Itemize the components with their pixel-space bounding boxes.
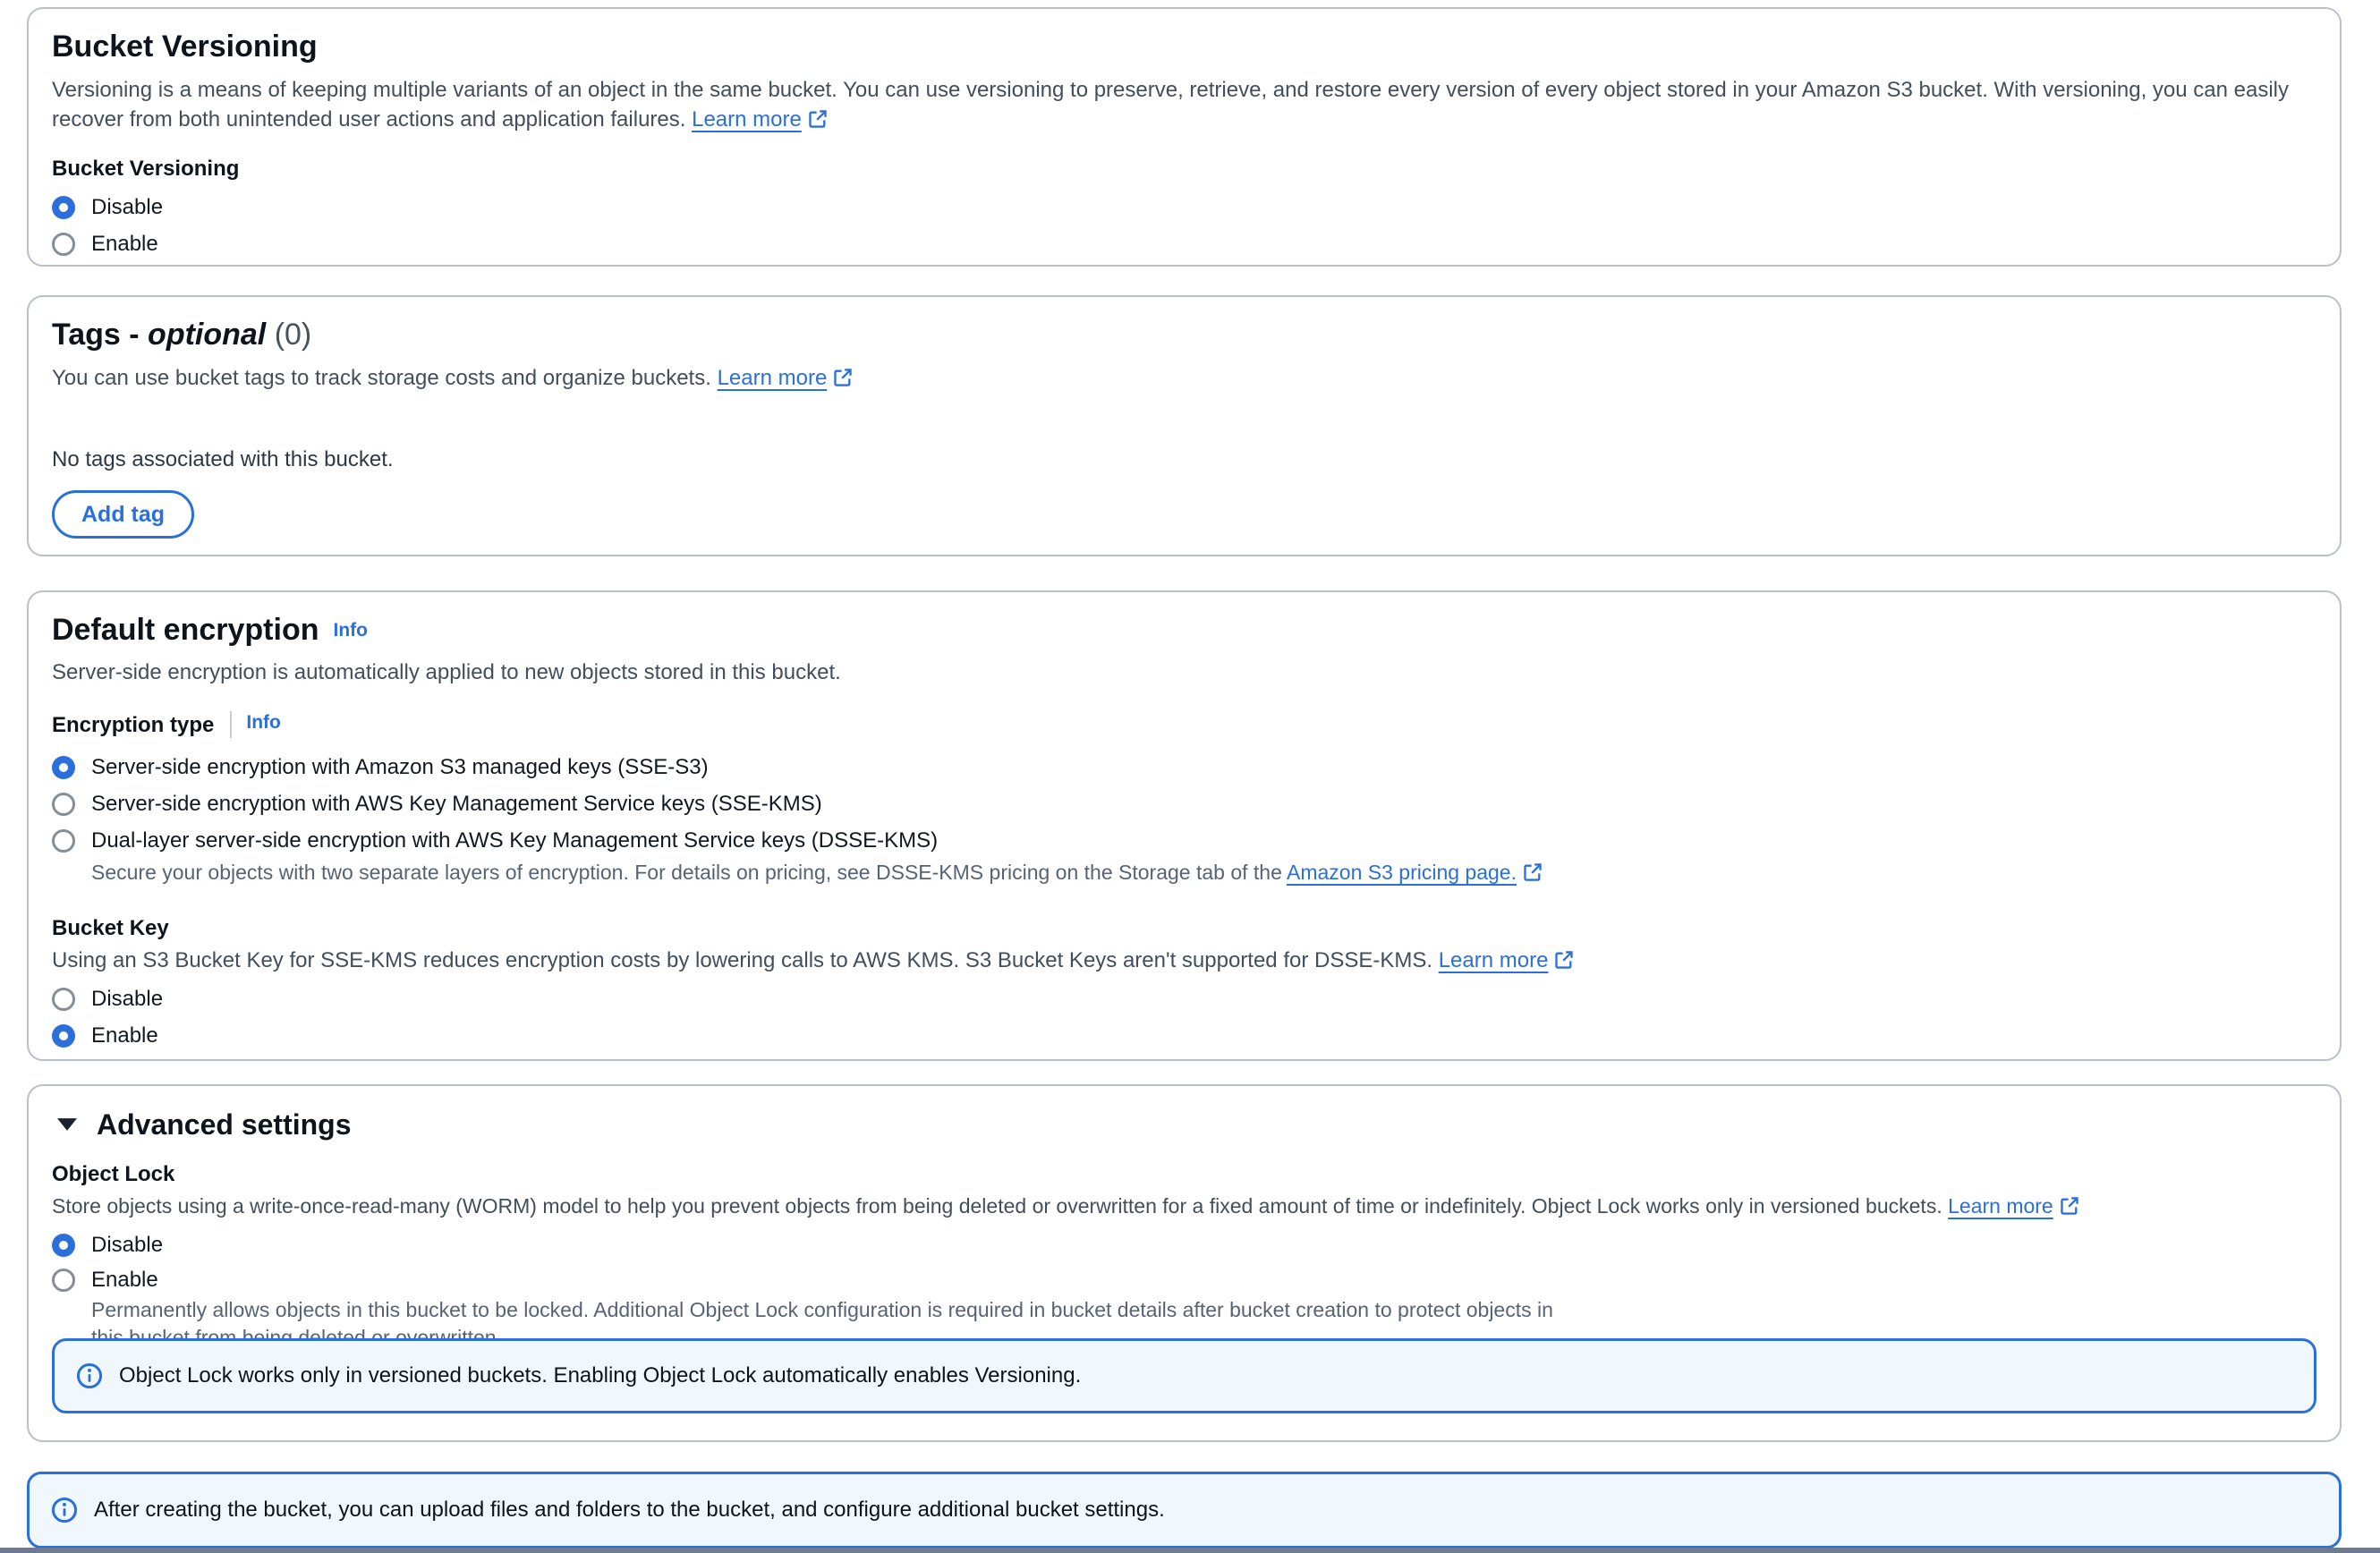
tags-section: Tags - optional (0) You can use bucket t… [27,295,2342,556]
radio-option-disable[interactable]: Disable [52,984,2313,1014]
add-tag-button[interactable]: Add tag [52,490,194,539]
section-description: You can use bucket tags to track storage… [52,363,2313,393]
radio-input[interactable] [52,196,75,219]
alert-text: After creating the bucket, you can uploa… [94,1498,1165,1523]
section-description: Server-side encryption is automatically … [52,658,2313,687]
radio-option-sse-kms[interactable]: Server-side encryption with AWS Key Mana… [52,789,2313,819]
radio-label: Disable [91,1230,163,1260]
learn-more-link[interactable]: Learn more [1439,948,1575,972]
info-icon [76,1362,103,1389]
label-divider [230,711,232,738]
radio-label: Enable [91,1265,158,1294]
description-text: Using an S3 Bucket Key for SSE-KMS reduc… [52,948,1432,972]
learn-more-label: Learn more [692,107,802,132]
radio-label: Enable [91,1021,158,1050]
learn-more-label: Learn more [1439,948,1549,972]
radio-input[interactable] [52,1024,75,1048]
section-title: Default encryption Info [52,612,2313,649]
radio-option-sse-s3[interactable]: Server-side encryption with Amazon S3 ma… [52,752,2313,782]
bucket-versioning-field-label: Bucket Versioning [52,154,2313,183]
description-text: Store objects using a write-once-read-ma… [52,1194,1942,1218]
section-description: Versioning is a means of keeping multipl… [52,75,2313,134]
tags-title-optional: optional [148,318,266,352]
tags-title-main: Tags - [52,318,148,352]
footer-divider [0,1548,2380,1553]
info-link[interactable]: Info [246,712,280,733]
note-bold: DSSE-KMS pricing [876,861,1050,884]
advanced-settings-toggle[interactable]: Advanced settings [52,1109,2313,1140]
info-link[interactable]: Info [333,620,367,641]
radio-input[interactable] [52,793,75,816]
no-tags-text: No tags associated with this bucket. [52,445,2313,474]
external-link-icon [2060,1196,2079,1216]
encryption-type-row: Encryption type Info [52,710,2313,740]
radio-input[interactable] [52,756,75,779]
radio-label: Server-side encryption with Amazon S3 ma… [91,752,709,782]
section-title: Tags - optional (0) [52,317,2313,352]
radio-label: Enable [91,229,158,259]
tags-count: (0) [275,318,312,352]
radio-label: Server-side encryption with AWS Key Mana… [91,789,822,819]
note-text: tab of the [1191,861,1287,884]
radio-input[interactable] [52,233,75,256]
note-bold: Storage [1118,861,1191,884]
bucket-key-label: Bucket Key [52,913,2313,943]
learn-more-link[interactable]: Learn more [692,107,828,132]
radio-option-dsse-kms[interactable]: Dual-layer server-side encryption with A… [52,826,2313,855]
radio-option-disable[interactable]: Disable [52,192,2313,222]
learn-more-link[interactable]: Learn more [1948,1194,2079,1218]
advanced-settings-section: Advanced settings Object Lock Store obje… [27,1084,2342,1442]
alert-text: Object Lock works only in versioned buck… [119,1363,1081,1388]
section-title: Bucket Versioning [52,29,2313,64]
learn-more-label: Learn more [1948,1194,2053,1218]
learn-more-link[interactable]: Learn more [718,366,854,390]
external-link-icon [1523,862,1543,882]
object-lock-label: Object Lock [52,1159,2313,1189]
object-lock-description: Store objects using a write-once-read-ma… [52,1192,2313,1221]
info-icon [51,1497,78,1523]
learn-more-label: Learn more [718,366,828,390]
pricing-page-link[interactable]: Amazon S3 pricing page. [1287,861,1543,884]
description-text: You can use bucket tags to track storage… [52,366,711,390]
radio-input[interactable] [52,988,75,1011]
radio-input[interactable] [52,1269,75,1292]
radio-input[interactable] [52,829,75,853]
advanced-settings-title: Advanced settings [97,1109,352,1140]
note-text: on the [1050,861,1118,884]
radio-option-enable[interactable]: Enable [52,1021,2313,1050]
section-title-text: Default encryption [52,613,319,647]
radio-option-enable[interactable]: Enable [52,1265,2313,1294]
encryption-type-label: Encryption type [52,713,214,737]
description-text: Versioning is a means of keeping multipl… [52,78,2289,132]
radio-label: Dual-layer server-side encryption with A… [91,826,938,855]
external-link-icon [1554,950,1574,970]
radio-label: Disable [91,984,163,1014]
default-encryption-section: Default encryption Info Server-side encry… [27,590,2342,1061]
radio-input[interactable] [52,1234,75,1257]
pricing-page-label: Amazon S3 pricing page. [1287,861,1517,884]
radio-option-disable[interactable]: Disable [52,1230,2313,1260]
radio-option-enable[interactable]: Enable [52,229,2313,259]
dsse-kms-note: Secure your objects with two separate la… [91,859,2313,887]
footer-info-alert: After creating the bucket, you can uploa… [27,1472,2342,1549]
external-link-icon [833,368,853,387]
object-lock-alert: Object Lock works only in versioned buck… [52,1338,2316,1413]
external-link-icon [808,109,828,129]
bucket-versioning-section: Bucket Versioning Versioning is a means … [27,7,2342,267]
radio-label: Disable [91,192,163,222]
note-text: Secure your objects with two separate la… [91,861,876,884]
caret-down-icon [57,1118,77,1131]
bucket-key-description: Using an S3 Bucket Key for SSE-KMS reduc… [52,946,2313,975]
